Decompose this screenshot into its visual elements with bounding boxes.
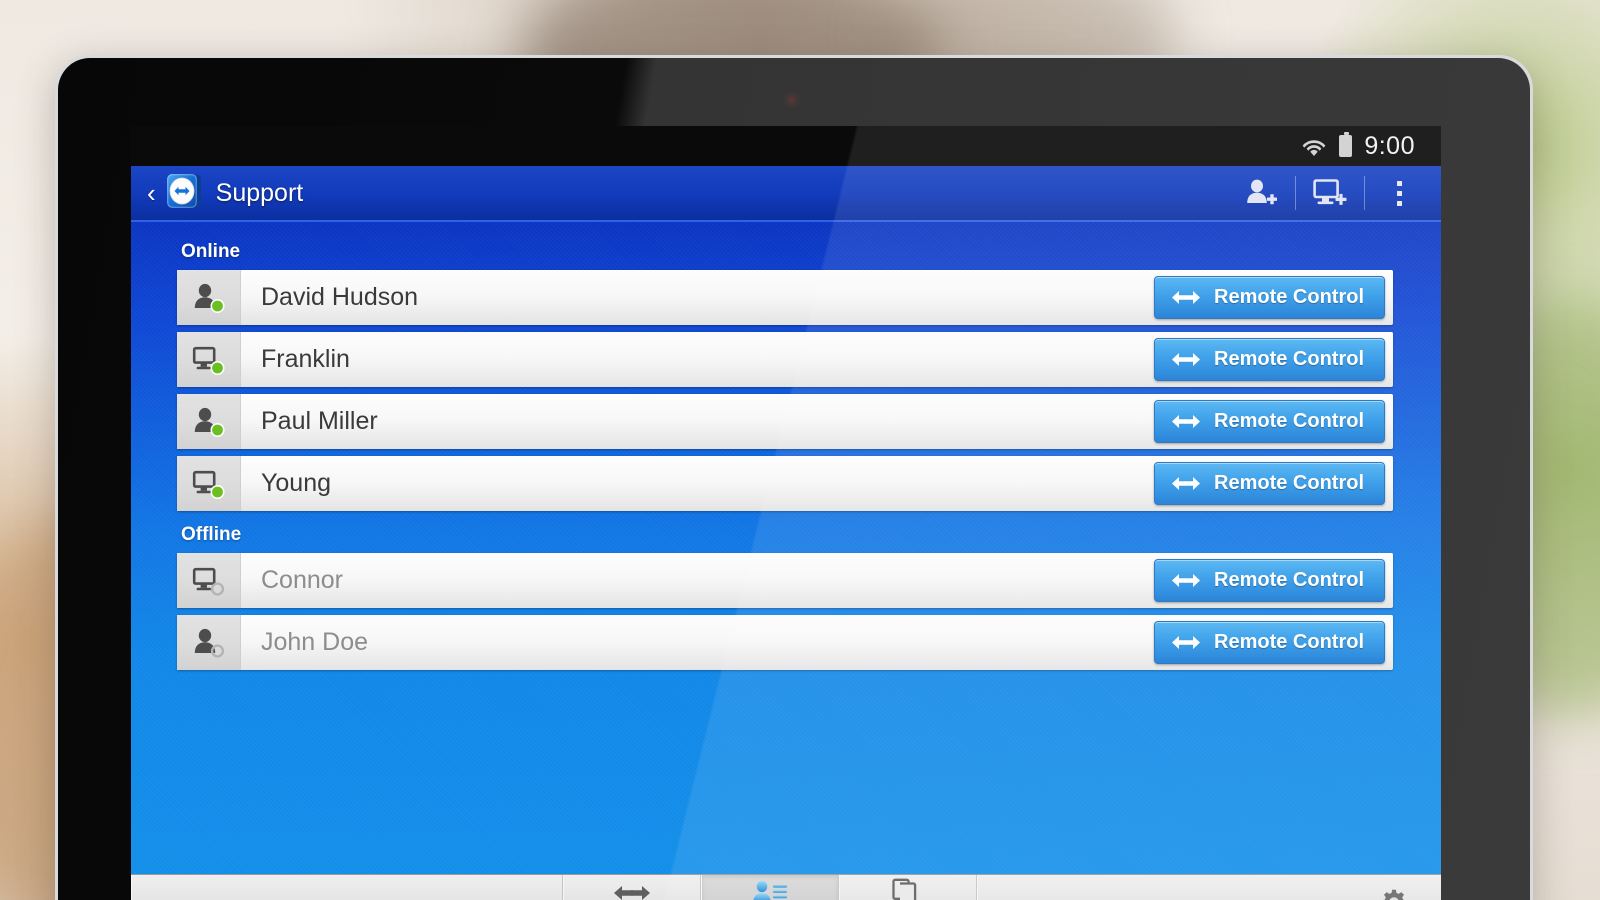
add-computer-button[interactable] [1306, 171, 1354, 215]
android-status-bar: 9:00 [131, 126, 1441, 166]
group-header-online: Online [181, 241, 241, 262]
tab-computers[interactable]: Computers [700, 875, 839, 900]
page-title: Support [215, 178, 304, 207]
overflow-menu-button[interactable] [1375, 171, 1423, 215]
list-item-name: John Doe [261, 628, 369, 656]
list-item[interactable]: Young Remote Control [177, 456, 1393, 511]
computer-status-icon [177, 553, 241, 608]
remote-control-arrows-icon [1171, 412, 1201, 431]
list-item-name: Paul Miller [261, 407, 378, 435]
remote-control-button[interactable]: Remote Control [1154, 400, 1385, 443]
action-bar-divider [1364, 176, 1365, 210]
remote-control-button-label: Remote Control [1214, 286, 1364, 308]
list-item[interactable]: Paul Miller Remote Control [177, 394, 1393, 449]
computer-status-icon [177, 456, 241, 511]
app-screen: 9:00 ‹ Support Online David Hudson Remot… [131, 126, 1441, 900]
list-item[interactable]: Connor Remote Control [177, 553, 1393, 608]
remote-control-arrows-icon [1171, 350, 1201, 369]
remote-control-button-label: Remote Control [1214, 472, 1364, 494]
list-root: Online David Hudson Remote Control Franklin… [131, 241, 1441, 670]
more-vertical-icon [1396, 180, 1402, 206]
list-item-action: Remote Control [1154, 394, 1393, 449]
remote-control-button-label: Remote Control [1214, 631, 1364, 653]
settings-button[interactable] [976, 875, 1442, 900]
webcam-icon [784, 92, 800, 108]
list-item-name: Franklin [261, 345, 350, 373]
connect-arrows-icon [612, 880, 652, 900]
list-item-action: Remote Control [1154, 456, 1393, 511]
remote-control-arrows-icon [1171, 474, 1201, 493]
list-item-action: Remote Control [1154, 553, 1393, 608]
add-person-icon [1247, 179, 1277, 205]
list-item-name: Young [261, 469, 331, 497]
files-copy-icon [891, 878, 925, 900]
remote-control-arrows-icon [1171, 288, 1201, 307]
app-action-bar: ‹ Support [131, 166, 1441, 222]
battery-icon [1339, 132, 1353, 157]
list-item-name: David Hudson [261, 283, 419, 311]
remote-control-button[interactable]: Remote Control [1154, 559, 1385, 602]
remote-control-button[interactable]: Remote Control [1154, 276, 1385, 319]
back-button[interactable]: ‹ [141, 180, 164, 206]
add-computer-icon [1313, 179, 1347, 205]
scene: 9:00 ‹ Support Online David Hudson Remot… [0, 0, 1600, 900]
remote-control-button[interactable]: Remote Control [1154, 621, 1385, 664]
person-status-icon [177, 270, 241, 325]
list-item-action: Remote Control [1154, 332, 1393, 387]
status-bar-clock: 9:00 [1364, 131, 1415, 160]
remote-control-button-label: Remote Control [1214, 569, 1364, 591]
remote-control-button-label: Remote Control [1214, 348, 1364, 370]
computers-list: Online David Hudson Remote Control Franklin… [131, 222, 1441, 874]
list-item-name: Connor [261, 566, 343, 594]
remote-control-button[interactable]: Remote Control [1154, 462, 1385, 505]
list-item[interactable]: Franklin Remote Control [177, 332, 1393, 387]
wifi-icon [1301, 137, 1327, 156]
remote-control-arrows-icon [1171, 571, 1201, 590]
list-item[interactable]: David Hudson Remote Control [177, 270, 1393, 325]
contacts-person-icon [750, 880, 790, 900]
list-item[interactable]: John Doe Remote Control [177, 615, 1393, 670]
remote-control-button-label: Remote Control [1214, 410, 1364, 432]
list-item-action: Remote Control [1154, 270, 1393, 325]
laptop-device: 9:00 ‹ Support Online David Hudson Remot… [55, 55, 1533, 900]
computer-status-icon [177, 332, 241, 387]
tab-files[interactable]: Files [838, 875, 977, 900]
person-status-icon [177, 615, 241, 670]
group-header-offline: Offline [181, 524, 242, 545]
bottom-tab-bar: Connect [131, 874, 1441, 900]
person-status-icon [177, 394, 241, 449]
teamviewer-logo-icon [164, 171, 204, 216]
remote-control-button[interactable]: Remote Control [1154, 338, 1385, 381]
tab-connect[interactable]: Connect [562, 875, 701, 900]
tab-spacer-left [131, 875, 563, 900]
action-bar-divider [1295, 176, 1296, 210]
device-bezel: 9:00 ‹ Support Online David Hudson Remot… [58, 58, 1530, 900]
list-item-action: Remote Control [1154, 615, 1393, 670]
remote-control-arrows-icon [1171, 633, 1201, 652]
add-contact-button[interactable] [1237, 171, 1285, 215]
gear-icon [1381, 889, 1407, 900]
